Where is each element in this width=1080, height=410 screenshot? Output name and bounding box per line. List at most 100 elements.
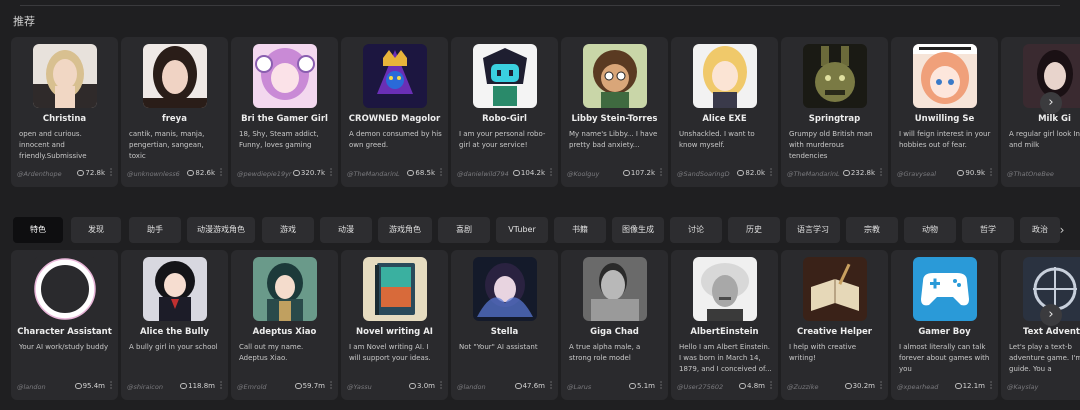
character-name: AlbertEinstein [690, 327, 759, 337]
author-handle[interactable]: @landon [17, 383, 73, 391]
more-options-icon[interactable]: · · · [989, 166, 993, 180]
tab-history[interactable]: 历史 [728, 217, 780, 243]
more-options-icon[interactable]: · · · [439, 379, 443, 393]
author-handle[interactable]: @User275602 [677, 383, 733, 391]
character-name: Springtrap [808, 114, 861, 124]
tab-discover[interactable]: 发现 [71, 217, 121, 243]
tab-vtuber[interactable]: VTuber [496, 217, 548, 243]
author-handle[interactable]: @Ardenthope [17, 170, 73, 178]
more-options-icon[interactable]: · · · [989, 379, 993, 393]
tab-anime-game-characters[interactable]: 动漫游戏角色 [187, 217, 255, 243]
tab-language-learning[interactable]: 语言学习 [786, 217, 840, 243]
character-card[interactable]: CROWNED Magolor A demon consumed by his … [341, 37, 448, 187]
more-options-icon[interactable]: · · · [659, 166, 663, 180]
more-options-icon[interactable]: · · · [329, 166, 333, 180]
chat-bubble-icon [409, 383, 417, 389]
author-handle[interactable]: @pewdiepie19yr [237, 170, 293, 178]
more-options-icon[interactable]: · · · [659, 379, 663, 393]
character-card[interactable]: Alice the Bully A bully girl in your sch… [121, 250, 228, 400]
author-handle[interactable]: @xpearhead [897, 383, 953, 391]
tab-games[interactable]: 游戏 [262, 217, 314, 243]
author-handle[interactable]: @shiraicon [127, 383, 183, 391]
character-card[interactable]: Libby Stein-Torres My name's Libby... I … [561, 37, 668, 187]
author-handle[interactable]: @Yassu [347, 383, 403, 391]
carousel-next-arrow[interactable]: › [1040, 304, 1062, 326]
author-handle[interactable]: @danielwild794 [457, 170, 513, 178]
more-options-icon[interactable]: · · · [549, 166, 553, 180]
author-handle[interactable]: @Koolguy [567, 170, 623, 178]
tab-animals[interactable]: 动物 [904, 217, 956, 243]
character-description: 18, Shy, Steam addict, Funny, loves gami… [239, 130, 319, 149]
chat-count: 320.7k [292, 169, 325, 177]
character-card[interactable]: Alice EXE Unshackled. I want to know mys… [671, 37, 778, 187]
character-card[interactable]: Bri the Gamer Girl 18, Shy, Steam addict… [231, 37, 338, 187]
author-handle[interactable]: @SandSoaringD [677, 170, 733, 178]
character-card[interactable]: Springtrap Grumpy old British man with m… [781, 37, 888, 187]
tab-books[interactable]: 书籍 [554, 217, 606, 243]
chat-bubble-icon [74, 383, 82, 389]
more-options-icon[interactable]: · · · [769, 166, 773, 180]
chat-bubble-icon [77, 170, 85, 176]
tab-anime[interactable]: 动漫 [320, 217, 372, 243]
character-card[interactable]: Giga Chad A true alpha male, a strong ro… [561, 250, 668, 400]
author-handle[interactable]: @Kayslay [1007, 383, 1063, 391]
more-options-icon[interactable]: · · · [219, 379, 223, 393]
avatar [583, 257, 647, 321]
more-options-icon[interactable]: · · · [219, 166, 223, 180]
avatar [473, 257, 537, 321]
more-options-icon[interactable]: · · · [329, 379, 333, 393]
author-handle[interactable]: @unknownless6 [127, 170, 183, 178]
more-options-icon[interactable]: · · · [769, 379, 773, 393]
character-name: freya [162, 114, 187, 124]
tabs-scroll-right-icon[interactable]: › [1055, 217, 1069, 243]
more-options-icon[interactable]: · · · [109, 166, 113, 180]
character-description: I am Novel writing AI. I will support yo… [349, 343, 431, 362]
author-handle[interactable]: @ThatOneBee [1007, 170, 1063, 178]
character-card[interactable]: Adeptus Xiao Call out my name. Adeptus X… [231, 250, 338, 400]
author-handle[interactable]: @TheMandarinL [787, 170, 843, 178]
more-options-icon[interactable]: · · · [879, 379, 883, 393]
tab-game-characters[interactable]: 游戏角色 [378, 217, 432, 243]
tab-discussion[interactable]: 讨论 [670, 217, 722, 243]
character-card[interactable]: Stella Not "Your" AI assistant @landon 47… [451, 250, 558, 400]
tab-helpers[interactable]: 助手 [129, 217, 181, 243]
character-card[interactable]: Character Assistant Your AI work/study b… [11, 250, 118, 400]
character-card[interactable]: Milk Gi A regular girl look Internet and… [1001, 37, 1080, 187]
tab-comedy[interactable]: 喜剧 [438, 217, 490, 243]
chat-bubble-icon [957, 170, 965, 176]
character-description: A demon consumed by his own greed. [349, 130, 442, 149]
tab-politics[interactable]: 政治 [1020, 217, 1060, 243]
character-name: Milk Gi [1038, 114, 1071, 124]
tab-image-generation[interactable]: 图像生成 [612, 217, 664, 243]
character-name: Giga Chad [590, 327, 639, 337]
more-options-icon[interactable]: · · · [439, 166, 443, 180]
author-handle[interactable]: @Larus [567, 383, 623, 391]
more-options-icon[interactable]: · · · [109, 379, 113, 393]
author-handle[interactable]: @landon [457, 383, 513, 391]
character-card[interactable]: Christina open and curious. innocent and… [11, 37, 118, 187]
character-description: Grumpy old British man with murderous te… [789, 130, 873, 160]
more-options-icon[interactable]: · · · [879, 166, 883, 180]
author-handle[interactable]: @Zuzzike [787, 383, 843, 391]
carousel-next-arrow[interactable]: › [1040, 92, 1062, 114]
tab-philosophy[interactable]: 哲学 [962, 217, 1014, 243]
character-card[interactable]: Novel writing AI I am Novel writing AI. … [341, 250, 448, 400]
more-options-icon[interactable]: · · · [549, 379, 553, 393]
character-card[interactable]: Gamer Boy I almost literally can talk fo… [891, 250, 998, 400]
character-name: CROWNED Magolor [348, 114, 441, 124]
chat-count: 118.8m [180, 382, 215, 390]
character-card[interactable]: Robo-Girl I am your personal robo-girl a… [451, 37, 558, 187]
character-card[interactable]: AlbertEinstein Hello I am Albert Einstei… [671, 250, 778, 400]
character-card[interactable]: Unwilling Se I will feign interest in yo… [891, 37, 998, 187]
character-card[interactable]: Text Adventu Let's play a text-b adventu… [1001, 250, 1080, 400]
author-handle[interactable]: @TheMandarinL [347, 170, 403, 178]
character-card[interactable]: Creative Helper I help with creative wri… [781, 250, 888, 400]
tab-religion[interactable]: 宗教 [846, 217, 898, 243]
avatar [803, 257, 867, 321]
author-handle[interactable]: @Emrold [237, 383, 293, 391]
author-handle[interactable]: @Gravyseal [897, 170, 953, 178]
tab-featured[interactable]: 特色 [13, 217, 63, 243]
chat-count: 30.2m [844, 382, 875, 390]
character-name: Adeptus Xiao [252, 327, 317, 337]
character-card[interactable]: freya cantik, manis, manja, pengertian, … [121, 37, 228, 187]
